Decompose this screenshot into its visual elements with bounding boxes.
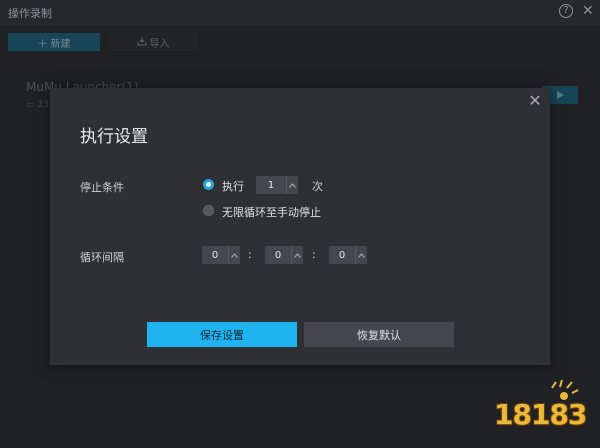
radio-execute[interactable]: [203, 179, 214, 190]
colon-separator: :: [248, 248, 252, 261]
radio-infinite-loop-label[interactable]: 无限循环至手动停止: [222, 204, 321, 220]
save-settings-button[interactable]: 保存设置: [147, 322, 297, 347]
question-circle-icon[interactable]: ?: [559, 4, 573, 18]
interval-seconds-stepper[interactable]: 0: [329, 246, 367, 264]
interval-seconds-value: 0: [338, 249, 346, 261]
chevron-up-icon[interactable]: [286, 176, 298, 194]
execute-count-stepper[interactable]: 1: [256, 176, 298, 194]
execute-unit: 次: [312, 180, 323, 193]
radio-execute-label[interactable]: 执行: [222, 178, 244, 194]
dialog-title: 执行设置: [80, 127, 148, 147]
chevron-up-icon[interactable]: [291, 246, 303, 264]
colon-separator: :: [312, 248, 316, 261]
interval-minutes-value: 0: [274, 249, 282, 261]
restore-defaults-button[interactable]: 恢复默认: [304, 322, 454, 347]
watermark-text: 18183: [494, 398, 587, 431]
execute-count-value: 1: [267, 179, 275, 191]
interval-label: 循环间隔: [80, 251, 124, 264]
stop-condition-label: 停止条件: [80, 181, 124, 194]
execution-settings-dialog: ✕ 执行设置 停止条件 执行 1 次 无限循环至手动停止 循环间隔 0 : 0 …: [50, 88, 550, 365]
window-close-icon[interactable]: ✕: [582, 3, 594, 19]
window-titlebar: 操作录制 ? ✕: [0, 0, 600, 26]
interval-hours-stepper[interactable]: 0: [202, 246, 240, 264]
chevron-up-icon[interactable]: [228, 246, 240, 264]
dialog-close-icon[interactable]: ✕: [526, 92, 544, 110]
window-title: 操作录制: [8, 7, 52, 20]
interval-hours-value: 0: [211, 249, 219, 261]
interval-minutes-stepper[interactable]: 0: [265, 246, 303, 264]
chevron-up-icon[interactable]: [355, 246, 367, 264]
radio-infinite-loop[interactable]: [203, 205, 214, 216]
